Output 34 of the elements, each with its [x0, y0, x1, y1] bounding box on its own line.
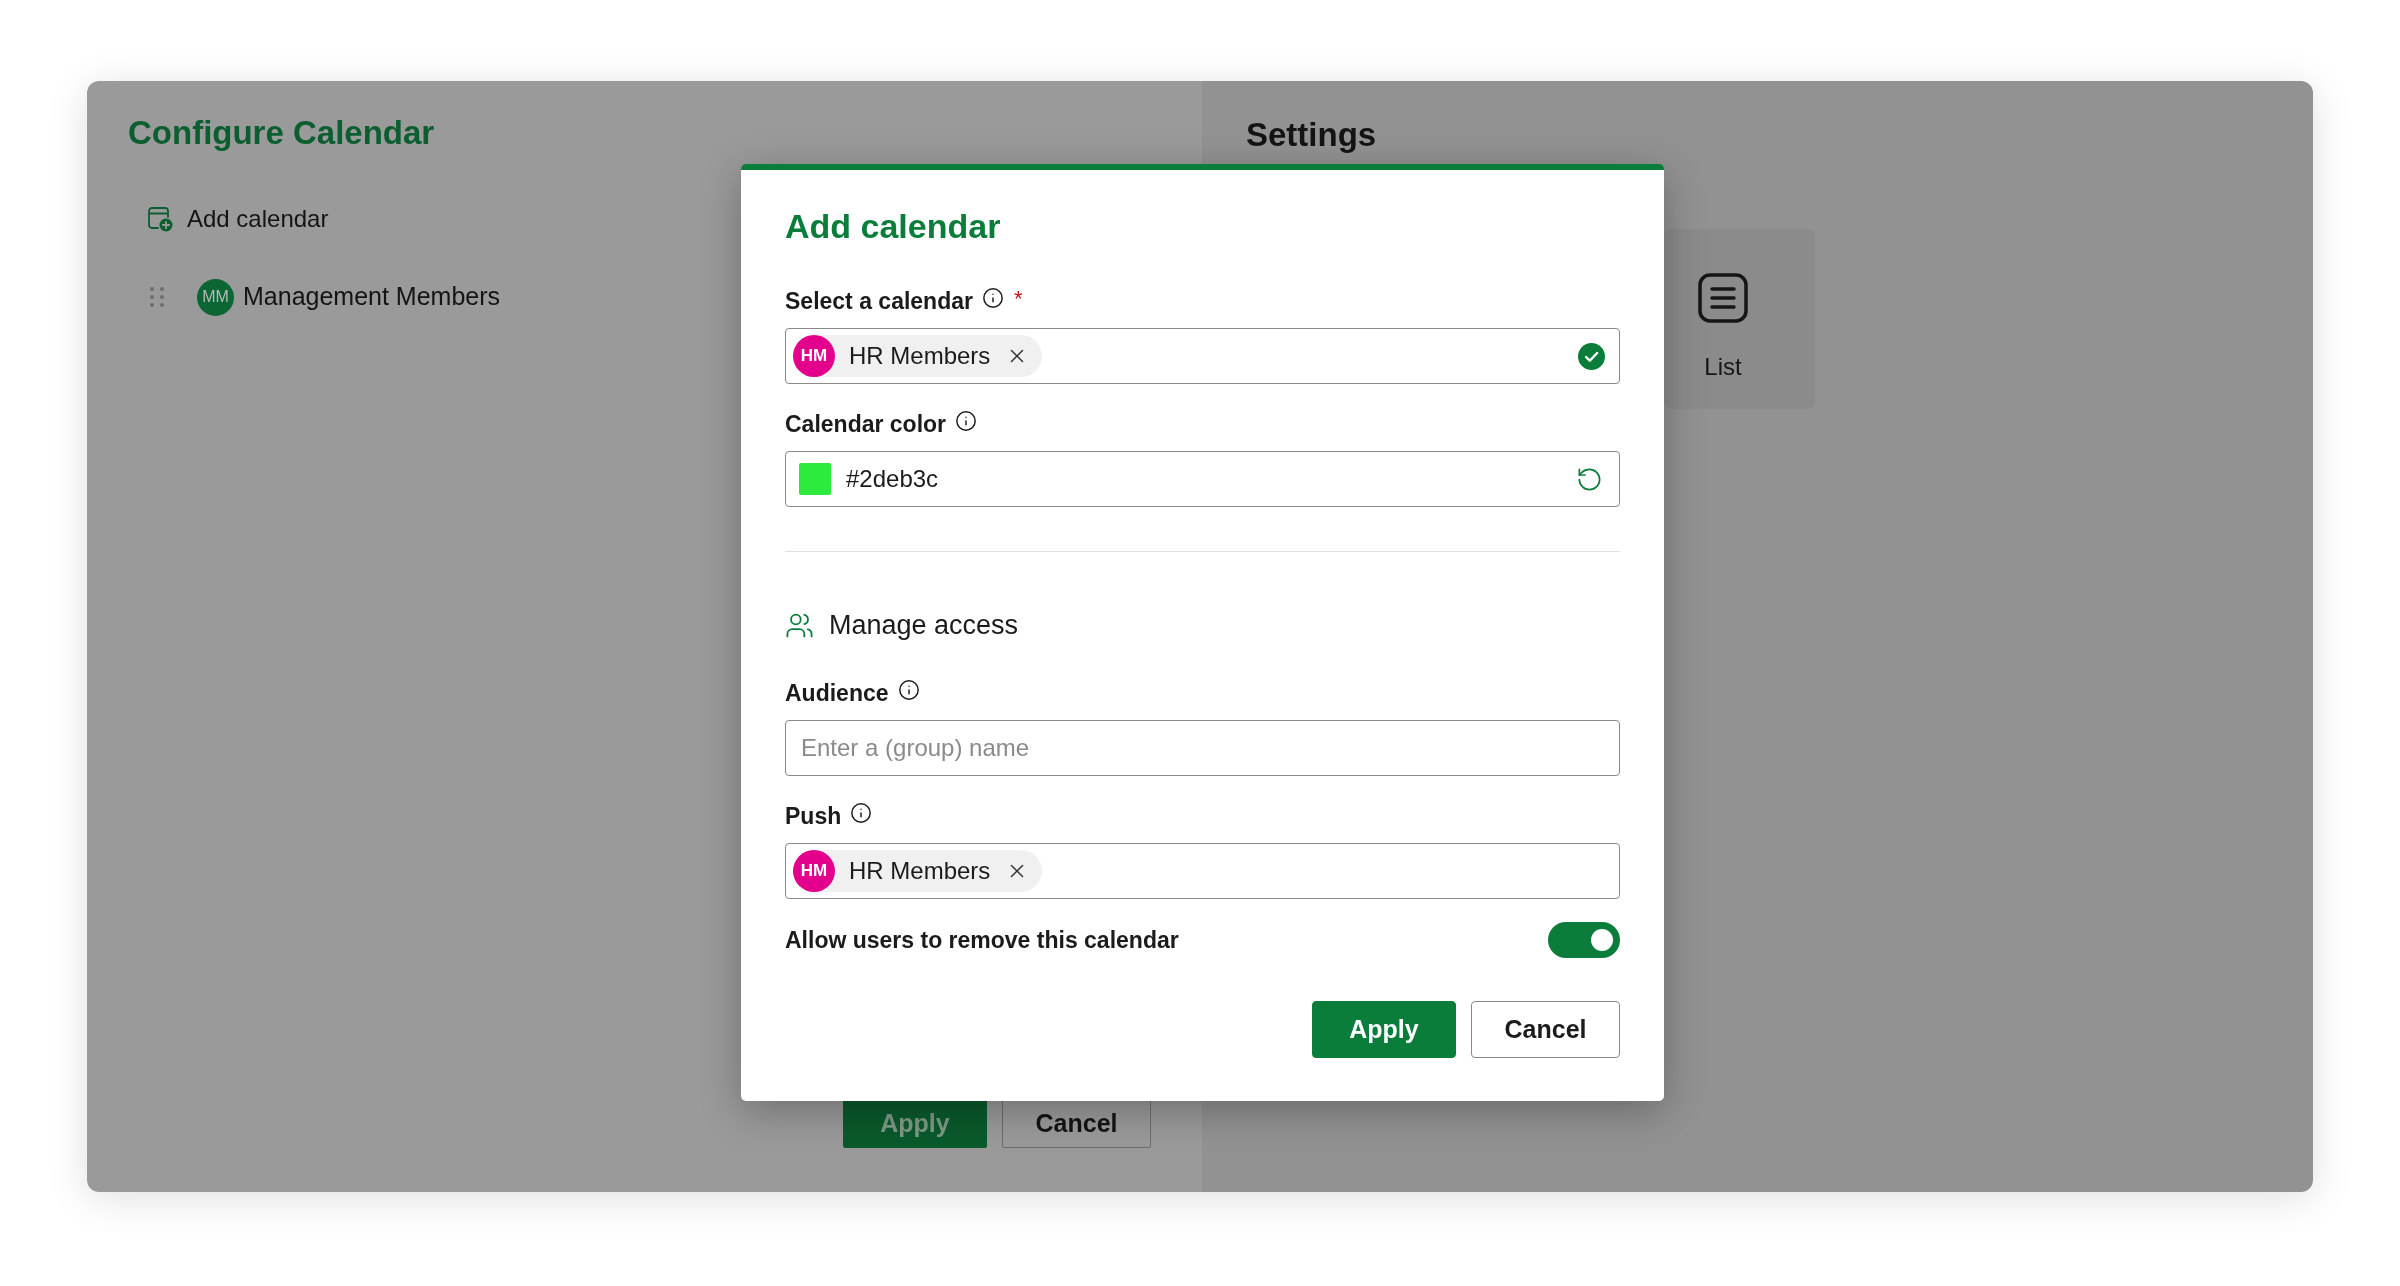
calendar-add-icon — [147, 206, 173, 232]
avatar: HM — [793, 850, 835, 892]
picker-field[interactable]: HM HR Members — [785, 843, 1620, 899]
chip-label: HR Members — [849, 856, 991, 886]
info-icon[interactable] — [981, 287, 1004, 309]
color-value: #2deb3c — [846, 464, 939, 494]
picker-field[interactable]: HM HR Members — [785, 328, 1620, 384]
toggle-switch[interactable] — [1548, 922, 1620, 958]
avatar: MM — [197, 278, 234, 316]
cancel-button[interactable]: Cancel — [1471, 1001, 1620, 1058]
required-mark: * — [1013, 287, 1023, 311]
audience-field[interactable]: Enter a (group) name — [785, 720, 1620, 776]
toggle-label: Allow users to remove this calendar — [785, 926, 1179, 955]
dialog-title: Add calendar — [785, 206, 1001, 246]
panel-title: Configure Calendar — [128, 113, 435, 153]
avatar: HM — [793, 335, 835, 377]
field-label: Calendar color — [785, 410, 947, 439]
panel-title: Settings — [1246, 115, 1377, 155]
section-title: Manage access — [829, 609, 1019, 642]
list-icon — [1698, 273, 1748, 323]
calendar-name: Management Members — [243, 281, 501, 313]
check-circle-icon — [1578, 342, 1605, 370]
drag-handle-icon[interactable] — [149, 286, 165, 308]
field-label: Select a calendar — [785, 287, 973, 316]
chip-label: HR Members — [849, 341, 991, 371]
info-icon[interactable] — [897, 679, 920, 701]
info-icon[interactable] — [955, 410, 978, 432]
field-label: Push — [785, 802, 842, 831]
add-calendar-button[interactable]: Add calendar — [147, 199, 329, 239]
info-icon[interactable] — [850, 802, 873, 824]
apply-button[interactable]: Apply — [1312, 1001, 1456, 1058]
field-label: Audience — [785, 679, 889, 708]
view-tile[interactable]: List — [1664, 229, 1815, 409]
color-field[interactable]: #2deb3c — [785, 451, 1620, 507]
